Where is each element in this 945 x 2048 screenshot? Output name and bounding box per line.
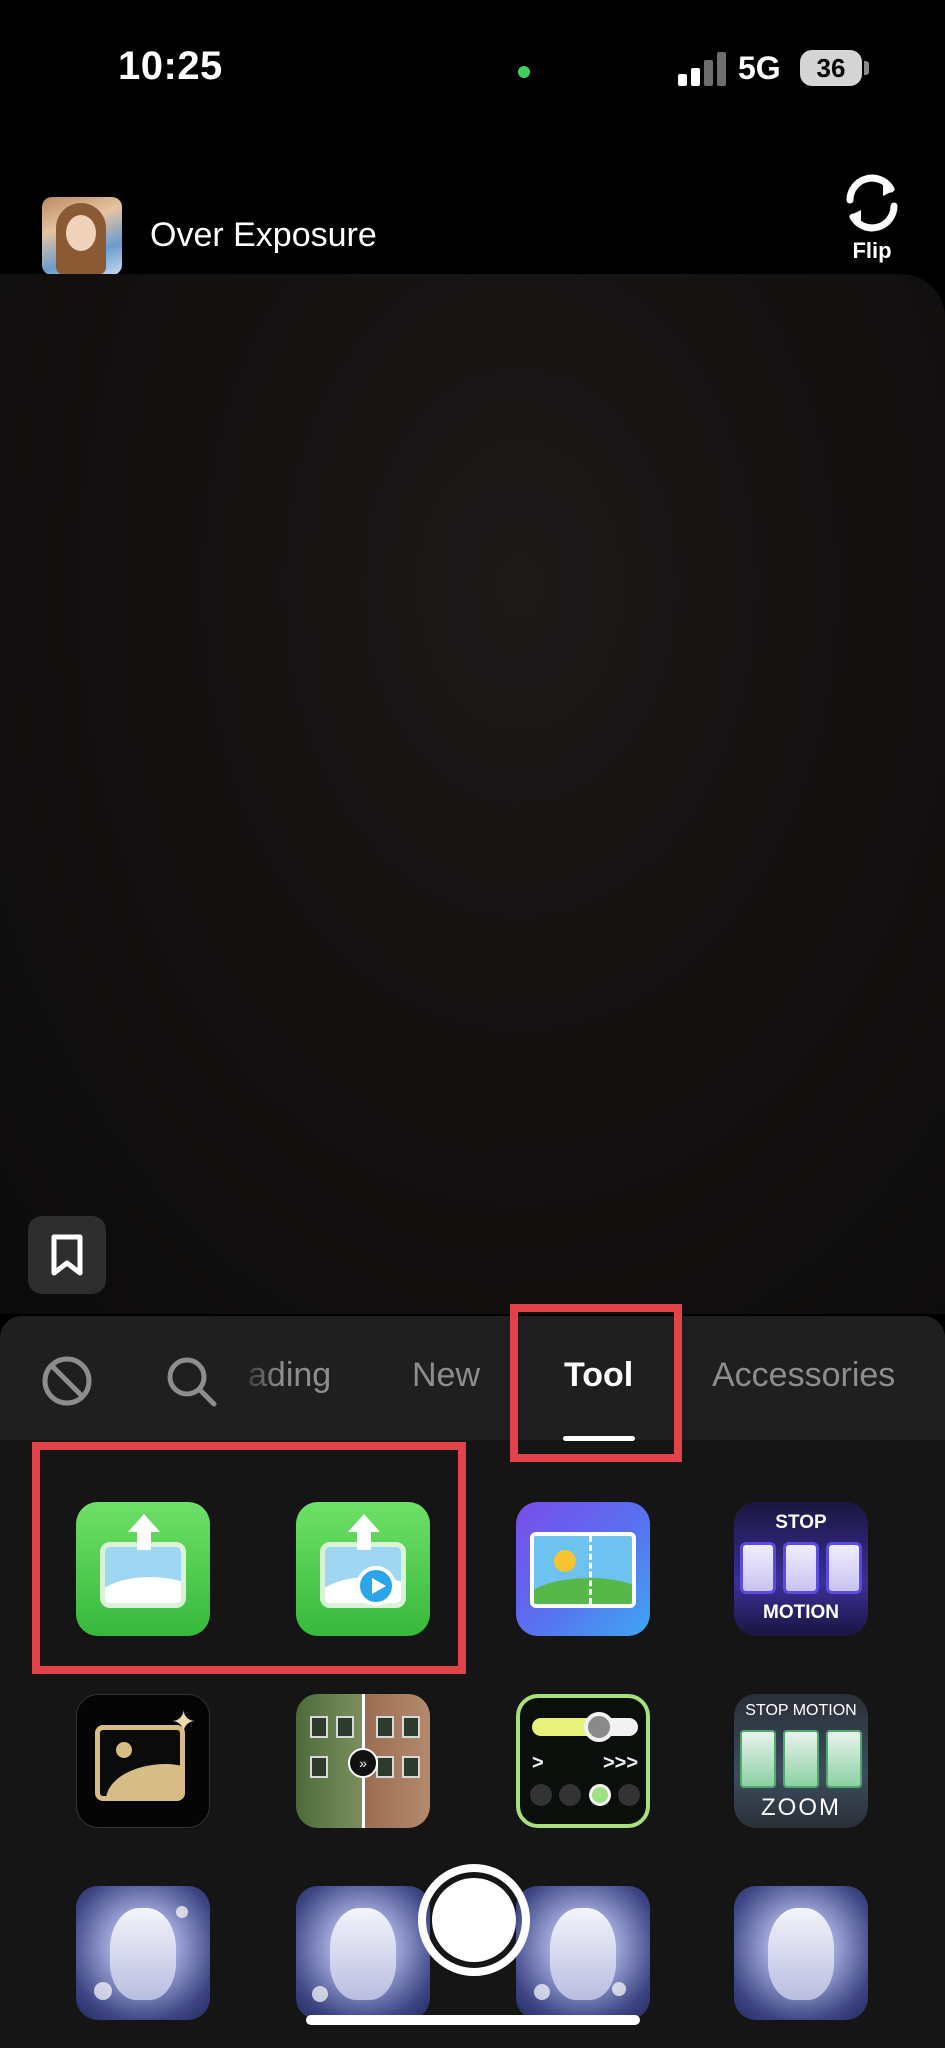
upload-tiles-highlight — [32, 1442, 466, 1674]
statue-effect-tile-3[interactable] — [516, 1886, 650, 2020]
ai-landscape-tile[interactable]: ✦ — [76, 1694, 210, 1828]
before-after-tile[interactable]: » — [296, 1694, 430, 1828]
tool-tab-highlight — [510, 1304, 682, 1462]
stop-motion-label-bottom: MOTION — [763, 1602, 839, 1623]
search-icon[interactable] — [164, 1354, 218, 1408]
speed-slider-thumb — [584, 1712, 614, 1742]
split-screen-tile[interactable] — [516, 1502, 650, 1636]
statue-head — [110, 1908, 176, 2000]
cellular-signal-icon — [678, 52, 726, 86]
hand-frames — [740, 1730, 862, 1788]
speed-arrow-right: >>> — [602, 1752, 638, 1774]
bookmark-button[interactable] — [28, 1216, 106, 1294]
speed-dots — [530, 1784, 640, 1806]
statue-effect-tile-1[interactable] — [76, 1886, 210, 2020]
flip-camera-icon — [846, 174, 898, 232]
stop-motion-zoom-tile[interactable]: STOP MOTION ZOOM — [734, 1694, 868, 1828]
flip-label: Flip — [852, 238, 892, 263]
capture-button[interactable] — [418, 1864, 530, 1976]
battery-tip — [864, 61, 869, 75]
statue-head — [330, 1908, 396, 2000]
camera-active-indicator — [518, 66, 530, 78]
sparkle-icon: ✦ — [171, 1706, 197, 1739]
stop-motion-zoom-label-bottom: ZOOM — [761, 1794, 841, 1821]
bookmark-icon — [51, 1234, 83, 1276]
stop-motion-zoom-label-top: STOP MOTION — [745, 1702, 857, 1719]
statue-effect-tile-2[interactable] — [296, 1886, 430, 2020]
hand-frames — [740, 1542, 862, 1594]
tab-fade-mask — [236, 1340, 280, 1420]
battery-level: 36 — [800, 50, 862, 86]
no-effect-icon[interactable] — [40, 1354, 94, 1408]
speed-arrows: > >>> — [532, 1752, 638, 1775]
effect-thumbnail[interactable] — [42, 197, 122, 275]
landscape-frame — [530, 1532, 636, 1608]
thumbnail-face — [66, 215, 96, 251]
statue-head — [768, 1908, 834, 2000]
stop-motion-label-top: STOP — [775, 1512, 827, 1533]
speed-arrow-left: > — [532, 1752, 544, 1774]
flip-camera-button[interactable]: Flip — [832, 172, 912, 264]
sun-icon — [554, 1550, 576, 1572]
home-indicator — [306, 2015, 640, 2025]
effect-title[interactable]: Over Exposure — [150, 216, 377, 255]
tab-new[interactable]: New — [412, 1356, 480, 1395]
status-time: 10:25 — [118, 44, 223, 88]
camera-preview — [0, 274, 945, 1314]
statue-head — [550, 1908, 616, 2000]
stop-motion-tile[interactable]: STOP MOTION — [734, 1502, 868, 1636]
compare-knob-icon: » — [348, 1748, 378, 1778]
statue-effect-tile-4[interactable] — [734, 1886, 868, 2020]
tab-accessories[interactable]: Accessories — [712, 1356, 895, 1395]
speed-ramp-tile[interactable]: > >>> — [516, 1694, 650, 1828]
network-type: 5G — [738, 50, 781, 86]
